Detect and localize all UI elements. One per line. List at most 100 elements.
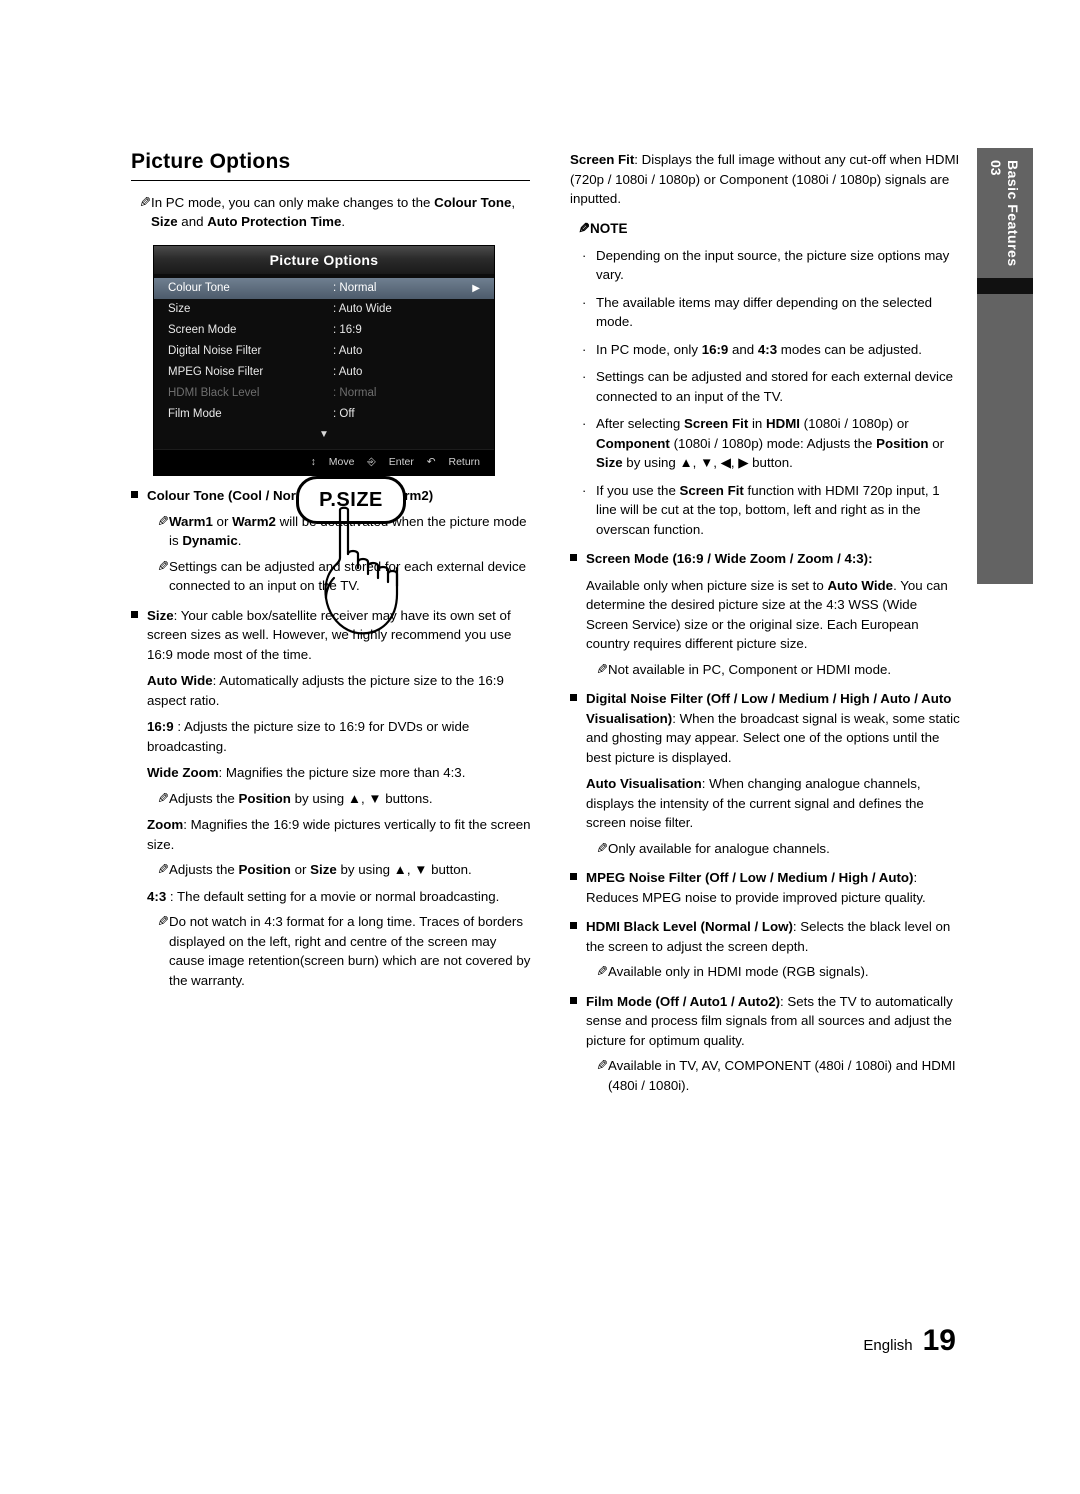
square-bullet-icon	[131, 606, 147, 618]
osd-row[interactable]: Film Mode : Off	[154, 404, 494, 425]
osd-row-label: Screen Mode	[168, 324, 237, 336]
square-bullet-icon	[570, 868, 586, 880]
pencil-icon: ✎	[578, 219, 590, 236]
square-bullet-icon	[570, 917, 586, 929]
chevron-right-icon: ▶	[472, 283, 480, 294]
screen-mode-heading-text: Screen Mode (16:9 / Wide Zoom / Zoom / 4…	[586, 551, 873, 566]
osd-row-arrow	[466, 299, 480, 320]
osd-row-value: : Normal	[333, 387, 377, 399]
osd-row-label: Digital Noise Filter	[168, 345, 262, 357]
pencil-icon: ✎	[157, 557, 169, 574]
side-tab-number: 03	[988, 160, 1004, 176]
digital-noise-filter-heading: Digital Noise Filter (Off / Low / Medium…	[570, 689, 960, 767]
dot-bullet-icon: ·	[582, 247, 587, 263]
pencil-icon: ✎	[157, 913, 169, 929]
osd-row-label: HDMI Black Level	[168, 387, 260, 399]
ratio-43-note: ✎ Do not watch in 4:3 format for a long …	[147, 912, 531, 990]
square-bullet-icon	[570, 992, 586, 1004]
dot-bullet-icon: ·	[582, 294, 587, 310]
pencil-icon: ✎	[157, 789, 169, 806]
osd-row[interactable]: Screen Mode : 16:9	[154, 320, 494, 341]
auto-wide-desc: Auto Wide: Automatically adjusts the pic…	[147, 673, 504, 708]
intro-note-text: In PC mode, you can only make changes to…	[151, 195, 516, 229]
footer-language: English	[863, 1337, 913, 1354]
screen-mode-body: Available only when picture size is set …	[586, 577, 948, 652]
pencil-icon: ✎	[139, 194, 151, 210]
side-tab-text: Basic Features	[1005, 160, 1021, 267]
osd-row-value: : Auto Wide	[333, 303, 392, 315]
pencil-icon: ✎	[596, 660, 608, 677]
osd-row-arrow	[466, 320, 480, 341]
title-divider	[131, 180, 530, 181]
film-mode-note: ✎ Available in TV, AV, COMPONENT (480i /…	[586, 1056, 960, 1095]
osd-row[interactable]: Colour Tone : Normal ▶	[154, 278, 494, 299]
note-heading: ✎ NOTE	[570, 219, 960, 238]
note-item-text: The available items may differ depending…	[596, 294, 933, 330]
page-footer: English 19	[863, 1324, 956, 1358]
hdmi-black-level-note: ✎ Available only in HDMI mode (RGB signa…	[586, 962, 960, 982]
note-item: · Settings can be adjusted and stored fo…	[582, 367, 960, 406]
side-tab-top: 03 Basic Features	[977, 148, 1033, 278]
ratio-43-note-text: Do not watch in 4:3 format for a long ti…	[169, 914, 531, 988]
dot-bullet-icon: ·	[582, 341, 587, 357]
side-tab: 03 Basic Features	[977, 148, 1033, 584]
osd-row[interactable]: Digital Noise Filter : Auto	[154, 341, 494, 362]
hdmi-black-level-heading: HDMI Black Level (Normal / Low): Selects…	[570, 917, 960, 956]
note-item-text: Settings can be adjusted and stored for …	[596, 369, 954, 404]
zoom-desc: Zoom: Magnifies the 16:9 wide pictures v…	[147, 817, 531, 852]
screen-fit-desc: Screen Fit: Displays the full image with…	[570, 152, 960, 206]
osd-title: Picture Options	[154, 246, 494, 274]
dot-bullet-icon: ·	[582, 369, 587, 384]
osd-move-hint: ↕ Move	[310, 456, 355, 468]
osd-row-value: : Off	[333, 408, 355, 420]
zoom-note: ✎ Adjusts the Position or Size by using …	[147, 860, 531, 880]
osd-row-arrow	[466, 341, 480, 362]
psize-illustration: P.SIZE	[290, 476, 430, 636]
intro-note: ✎ In PC mode, you can only make changes …	[131, 193, 531, 231]
osd-row-value: : Auto	[333, 366, 363, 378]
digital-noise-filter-note-text: Only available for analogue channels.	[608, 840, 830, 856]
osd-row-arrow	[466, 362, 480, 383]
footer-page-number: 19	[922, 1324, 956, 1357]
osd-row-value: : Normal	[333, 282, 377, 294]
note-heading-text: NOTE	[590, 220, 628, 236]
osd-row-value: : 16:9	[333, 324, 362, 336]
wide-zoom-desc: Wide Zoom: Magnifies the picture size mo…	[147, 765, 466, 780]
pencil-icon: ✎	[596, 963, 608, 979]
pencil-icon: ✎	[157, 512, 169, 529]
side-tab-marker	[977, 278, 1033, 294]
osd-footer: ↕ Move ⎆ Enter ↶ Return	[154, 449, 494, 475]
osd-row[interactable]: Size : Auto Wide	[154, 299, 494, 320]
osd-enter-hint: ⎆ Enter	[367, 456, 414, 468]
scroll-down-icon[interactable]: ▼	[154, 425, 494, 443]
pencil-icon: ✎	[596, 839, 608, 856]
auto-visualisation-desc: Auto Visualisation: When changing analog…	[586, 776, 924, 830]
square-bullet-icon	[570, 549, 586, 561]
side-tab-labels: 03 Basic Features	[977, 148, 1033, 278]
osd-rows: Colour Tone : Normal ▶ Size : Auto Wide …	[154, 274, 494, 449]
square-bullet-icon	[570, 689, 586, 701]
note-item: · After selecting Screen Fit in HDMI (10…	[582, 416, 945, 470]
screen-mode-note: ✎ Not available in PC, Component or HDMI…	[586, 660, 960, 680]
osd-row-value: : Auto	[333, 345, 363, 357]
ratio-169-desc: 16:9 : Adjusts the picture size to 16:9 …	[147, 719, 470, 754]
osd-row-label: Colour Tone	[168, 282, 230, 294]
mpeg-noise-filter-heading: MPEG Noise Filter (Off / Low / Medium / …	[570, 868, 960, 907]
page-title: Picture Options	[131, 150, 291, 173]
osd-row-arrow	[466, 404, 480, 425]
osd-return-hint: ↶ Return	[426, 456, 480, 468]
osd-row-label: MPEG Noise Filter	[168, 366, 264, 378]
wide-zoom-note: ✎ Adjusts the Position by using ▲, ▼ but…	[147, 789, 531, 809]
osd-row-label: Size	[168, 303, 191, 315]
note-item: · The available items may differ dependi…	[582, 293, 960, 332]
osd-menu: Picture Options Colour Tone : Normal ▶ S…	[153, 245, 495, 476]
hdmi-black-level-note-text: Available only in HDMI mode (RGB signals…	[608, 964, 869, 979]
osd-row-arrow	[466, 383, 480, 404]
pencil-icon: ✎	[596, 1057, 608, 1073]
osd-row[interactable]: MPEG Noise Filter : Auto	[154, 362, 494, 383]
square-bullet-icon	[131, 486, 147, 498]
digital-noise-filter-note: ✎ Only available for analogue channels.	[586, 839, 960, 859]
dot-bullet-icon: ·	[582, 482, 587, 498]
screen-mode-heading: Screen Mode (16:9 / Wide Zoom / Zoom / 4…	[570, 549, 960, 569]
pointing-hand-icon	[324, 506, 399, 635]
